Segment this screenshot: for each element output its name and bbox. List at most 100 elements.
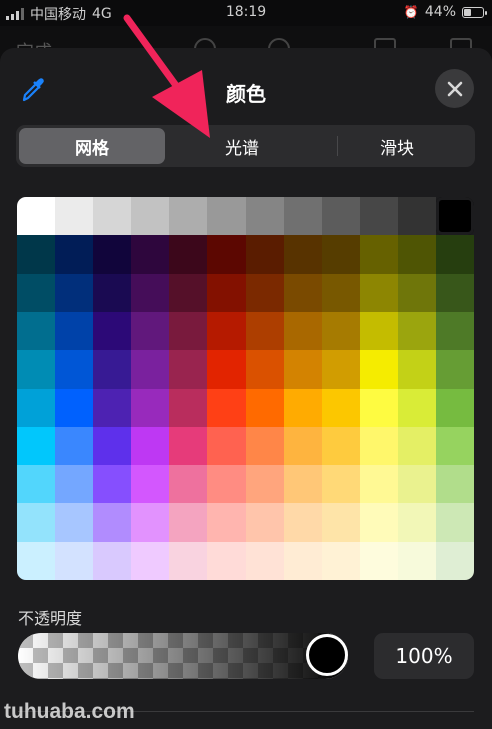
color-swatch[interactable] bbox=[55, 312, 93, 350]
color-swatch[interactable] bbox=[360, 503, 398, 542]
color-swatch[interactable] bbox=[169, 542, 207, 580]
color-swatch[interactable] bbox=[246, 465, 284, 503]
color-swatch[interactable] bbox=[55, 427, 93, 465]
color-swatch[interactable] bbox=[17, 465, 55, 503]
color-swatch[interactable] bbox=[284, 274, 322, 312]
color-swatch[interactable] bbox=[246, 427, 284, 465]
color-swatch[interactable] bbox=[284, 542, 322, 580]
color-swatch[interactable] bbox=[398, 235, 436, 274]
color-swatch[interactable] bbox=[436, 465, 474, 503]
color-swatch[interactable] bbox=[322, 542, 360, 580]
color-swatch[interactable] bbox=[436, 350, 474, 389]
color-swatch[interactable] bbox=[322, 197, 360, 235]
color-swatch[interactable] bbox=[169, 503, 207, 542]
color-swatch[interactable] bbox=[17, 197, 55, 235]
color-swatch[interactable] bbox=[322, 350, 360, 389]
color-swatch[interactable] bbox=[436, 389, 474, 427]
color-swatch[interactable] bbox=[55, 235, 93, 274]
color-swatch[interactable] bbox=[284, 350, 322, 389]
color-swatch[interactable] bbox=[93, 350, 131, 389]
color-swatch[interactable] bbox=[207, 312, 246, 350]
color-swatch[interactable] bbox=[169, 427, 207, 465]
color-swatch[interactable] bbox=[246, 197, 284, 235]
color-swatch[interactable] bbox=[17, 427, 55, 465]
color-swatch[interactable] bbox=[131, 465, 169, 503]
color-swatch[interactable] bbox=[246, 274, 284, 312]
color-swatch[interactable] bbox=[322, 503, 360, 542]
color-swatch[interactable] bbox=[169, 235, 207, 274]
color-swatch[interactable] bbox=[398, 503, 436, 542]
color-swatch[interactable] bbox=[284, 312, 322, 350]
color-swatch[interactable] bbox=[55, 465, 93, 503]
color-swatch[interactable] bbox=[131, 274, 169, 312]
color-swatch[interactable] bbox=[436, 274, 474, 312]
color-swatch[interactable] bbox=[398, 197, 436, 235]
color-swatch[interactable] bbox=[436, 542, 474, 580]
color-swatch[interactable] bbox=[398, 465, 436, 503]
color-swatch[interactable] bbox=[322, 274, 360, 312]
color-swatch[interactable] bbox=[360, 427, 398, 465]
color-swatch[interactable] bbox=[436, 427, 474, 465]
color-swatch[interactable] bbox=[436, 503, 474, 542]
color-swatch[interactable] bbox=[284, 197, 322, 235]
color-swatch[interactable] bbox=[246, 542, 284, 580]
color-swatch[interactable] bbox=[398, 427, 436, 465]
color-swatch[interactable] bbox=[93, 427, 131, 465]
color-swatch[interactable] bbox=[360, 542, 398, 580]
color-swatch[interactable] bbox=[17, 350, 55, 389]
color-swatch[interactable] bbox=[169, 312, 207, 350]
color-swatch[interactable] bbox=[131, 235, 169, 274]
close-button[interactable] bbox=[435, 69, 474, 108]
color-swatch[interactable] bbox=[284, 427, 322, 465]
color-swatch[interactable] bbox=[246, 389, 284, 427]
color-swatch[interactable] bbox=[17, 542, 55, 580]
color-swatch[interactable] bbox=[169, 197, 207, 235]
color-swatch[interactable] bbox=[55, 197, 93, 235]
color-swatch[interactable] bbox=[131, 389, 169, 427]
color-swatch[interactable] bbox=[322, 427, 360, 465]
color-swatch[interactable] bbox=[436, 235, 474, 274]
color-swatch[interactable] bbox=[169, 465, 207, 503]
color-swatch[interactable] bbox=[360, 274, 398, 312]
color-swatch[interactable] bbox=[322, 235, 360, 274]
color-swatch[interactable] bbox=[131, 503, 169, 542]
color-swatch[interactable] bbox=[360, 389, 398, 427]
color-swatch[interactable] bbox=[17, 389, 55, 427]
color-swatch[interactable] bbox=[93, 503, 131, 542]
color-swatch[interactable] bbox=[55, 389, 93, 427]
color-swatch[interactable] bbox=[246, 235, 284, 274]
color-swatch[interactable] bbox=[360, 312, 398, 350]
color-swatch[interactable] bbox=[93, 389, 131, 427]
color-swatch[interactable] bbox=[360, 350, 398, 389]
color-swatch[interactable] bbox=[169, 389, 207, 427]
color-swatch[interactable] bbox=[55, 503, 93, 542]
color-swatch[interactable] bbox=[207, 274, 246, 312]
color-swatch[interactable] bbox=[131, 312, 169, 350]
color-swatch[interactable] bbox=[284, 389, 322, 427]
color-swatch[interactable] bbox=[93, 465, 131, 503]
tab-sliders[interactable]: 滑块 bbox=[322, 128, 472, 164]
color-swatch[interactable] bbox=[55, 274, 93, 312]
color-swatch[interactable] bbox=[17, 503, 55, 542]
color-swatch[interactable] bbox=[169, 274, 207, 312]
color-swatch[interactable] bbox=[93, 235, 131, 274]
color-swatch[interactable] bbox=[207, 503, 246, 542]
opacity-slider-thumb[interactable] bbox=[306, 634, 348, 676]
color-swatch[interactable] bbox=[207, 465, 246, 503]
color-swatch[interactable] bbox=[17, 235, 55, 274]
color-swatch[interactable] bbox=[55, 542, 93, 580]
color-swatch[interactable] bbox=[55, 350, 93, 389]
color-swatch[interactable] bbox=[207, 235, 246, 274]
color-swatch[interactable] bbox=[131, 542, 169, 580]
color-swatch[interactable] bbox=[131, 427, 169, 465]
color-swatch[interactable] bbox=[398, 274, 436, 312]
color-swatch[interactable] bbox=[246, 312, 284, 350]
tab-grid[interactable]: 网格 bbox=[19, 128, 165, 164]
color-swatch[interactable] bbox=[398, 350, 436, 389]
color-swatch[interactable] bbox=[322, 312, 360, 350]
color-swatch[interactable] bbox=[284, 465, 322, 503]
color-swatch[interactable] bbox=[131, 350, 169, 389]
color-swatch[interactable] bbox=[360, 465, 398, 503]
color-swatch[interactable] bbox=[360, 197, 398, 235]
color-swatch[interactable] bbox=[246, 503, 284, 542]
